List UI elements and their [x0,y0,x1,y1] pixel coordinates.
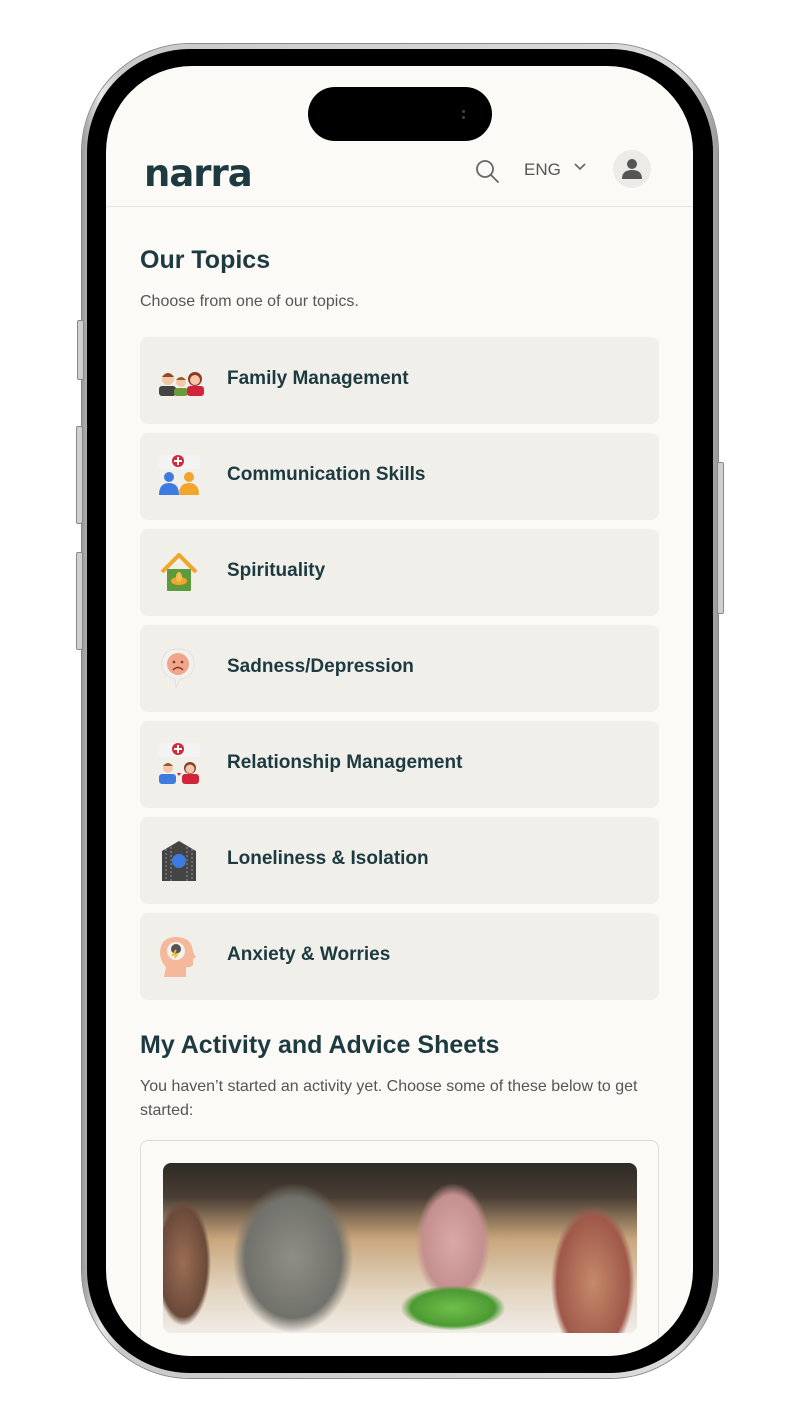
search-icon[interactable] [474,158,500,184]
camera-dot [462,116,465,119]
topic-label: Communication Skills [227,464,426,485]
spirituality-house-icon [160,553,198,591]
topic-spirituality[interactable]: Spirituality [140,529,659,616]
topic-label: Anxiety & Worries [227,944,391,965]
topic-label: Spirituality [227,560,326,581]
profile-avatar-button[interactable] [613,150,651,188]
user-icon [622,159,642,179]
topic-anxiety-worries[interactable]: Anxiety & Worries [140,913,659,1000]
activity-title: My Activity and Advice Sheets [140,1031,500,1059]
topic-communication-skills[interactable]: Communication Skills [140,433,659,520]
narra-logo[interactable]: narra [144,152,253,195]
language-selector[interactable]: ENG [524,160,561,180]
family-icon [159,372,204,396]
topic-relationship-management[interactable]: Relationship Management [140,721,659,808]
topic-sadness-depression[interactable]: Sadness/Depression [140,625,659,712]
topic-label: Sadness/Depression [227,656,414,677]
dynamic-island [308,87,492,141]
communication-icon [158,455,200,495]
family-dinner-photo[interactable] [163,1163,637,1333]
topics-title: Our Topics [140,246,271,274]
volume-down-button [76,552,83,650]
topic-loneliness-isolation[interactable]: Loneliness & Isolation [140,817,659,904]
sad-face-icon [161,648,195,689]
silent-switch [77,320,84,380]
activity-card[interactable] [140,1140,659,1356]
couple-icon [158,743,200,784]
power-button [717,462,724,614]
phone-screen: narra ENG Our Topics Choose from one of … [106,66,693,1356]
chevron-down-icon[interactable] [573,160,587,174]
camera-dot [462,110,465,113]
activity-subtitle: You haven’t started an activity yet. Cho… [140,1078,638,1119]
topic-family-management[interactable]: Family Management [140,337,659,424]
isolation-house-icon [162,841,196,881]
volume-up-button [76,426,83,524]
topic-label: Family Management [227,368,409,389]
app-header: narra ENG [106,132,693,207]
topics-subtitle: Choose from one of our topics. [140,293,359,310]
topic-label: Loneliness & Isolation [227,848,429,869]
anxious-head-icon [160,937,196,977]
topic-label: Relationship Management [227,752,463,773]
